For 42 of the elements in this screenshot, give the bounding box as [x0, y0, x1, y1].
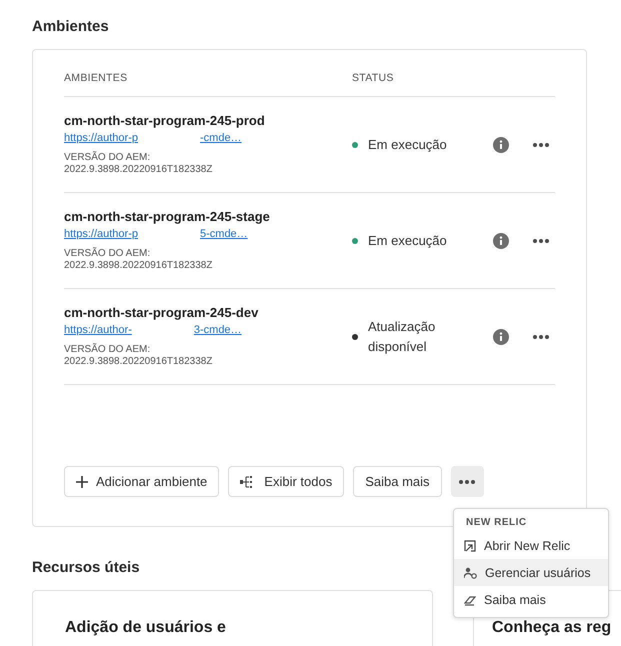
section-title: Recursos úteis [32, 559, 140, 576]
status-text: Em execução [368, 232, 447, 250]
info-icon [493, 328, 509, 344]
environment-name: cm-north-star-program-245-prod [64, 113, 266, 128]
environment-name: cm-north-star-program-245-stage [64, 209, 271, 224]
menu-item[interactable]: Gerenciar usuários [454, 559, 608, 586]
info-button[interactable] [492, 136, 510, 154]
action-button[interactable]: Adicionar ambiente [64, 466, 220, 497]
version-number: 2022.9.3898.20220916T182338Z [64, 164, 214, 176]
info-icon [493, 136, 509, 152]
column-header: STATUS [352, 72, 395, 84]
version-label: VERSÃO DO AEM: [64, 248, 152, 260]
more-icon [533, 142, 549, 146]
info-icon [493, 232, 509, 248]
more-icon [533, 334, 549, 338]
resource-card-title: Conheça as reg [492, 619, 612, 637]
info-button[interactable] [492, 328, 510, 346]
menu-item[interactable]: Abrir New Relic [454, 532, 608, 559]
menu-heading: NEW RELIC [465, 516, 528, 530]
menu-item[interactable]: Saiba mais [454, 586, 608, 613]
action-button[interactable]: Saiba mais [353, 466, 442, 497]
environment-url-link[interactable]: https://author- 3-cmde… [64, 323, 242, 336]
more-menu-button[interactable] [450, 466, 484, 497]
resource-card-title: Adição de usuários e [65, 619, 227, 637]
column-header: AMBIENTES [64, 72, 128, 84]
more-icon [533, 238, 549, 242]
status-text: Atualização disponível [368, 318, 436, 356]
action-button[interactable]: Exibir todos [228, 466, 344, 497]
eraser-icon [464, 594, 476, 606]
environment-url-link[interactable]: https://author-p 5-cmde… [64, 227, 248, 240]
external-link-icon [464, 540, 476, 552]
environment-url-link[interactable]: https://author-p -cmde… [64, 131, 242, 144]
version-label: VERSÃO DO AEM: [64, 344, 152, 356]
environment-name: cm-north-star-program-245-dev [64, 305, 260, 320]
more-icon [459, 480, 476, 484]
info-button[interactable] [492, 232, 510, 250]
version-label: VERSÃO DO AEM: [64, 152, 152, 164]
plus-icon [76, 476, 88, 488]
version-number: 2022.9.3898.20220916T182338Z [64, 356, 214, 368]
version-number: 2022.9.3898.20220916T182338Z [64, 260, 214, 272]
status-text: Em execução [368, 136, 447, 154]
section-title: Ambientes [32, 18, 109, 35]
